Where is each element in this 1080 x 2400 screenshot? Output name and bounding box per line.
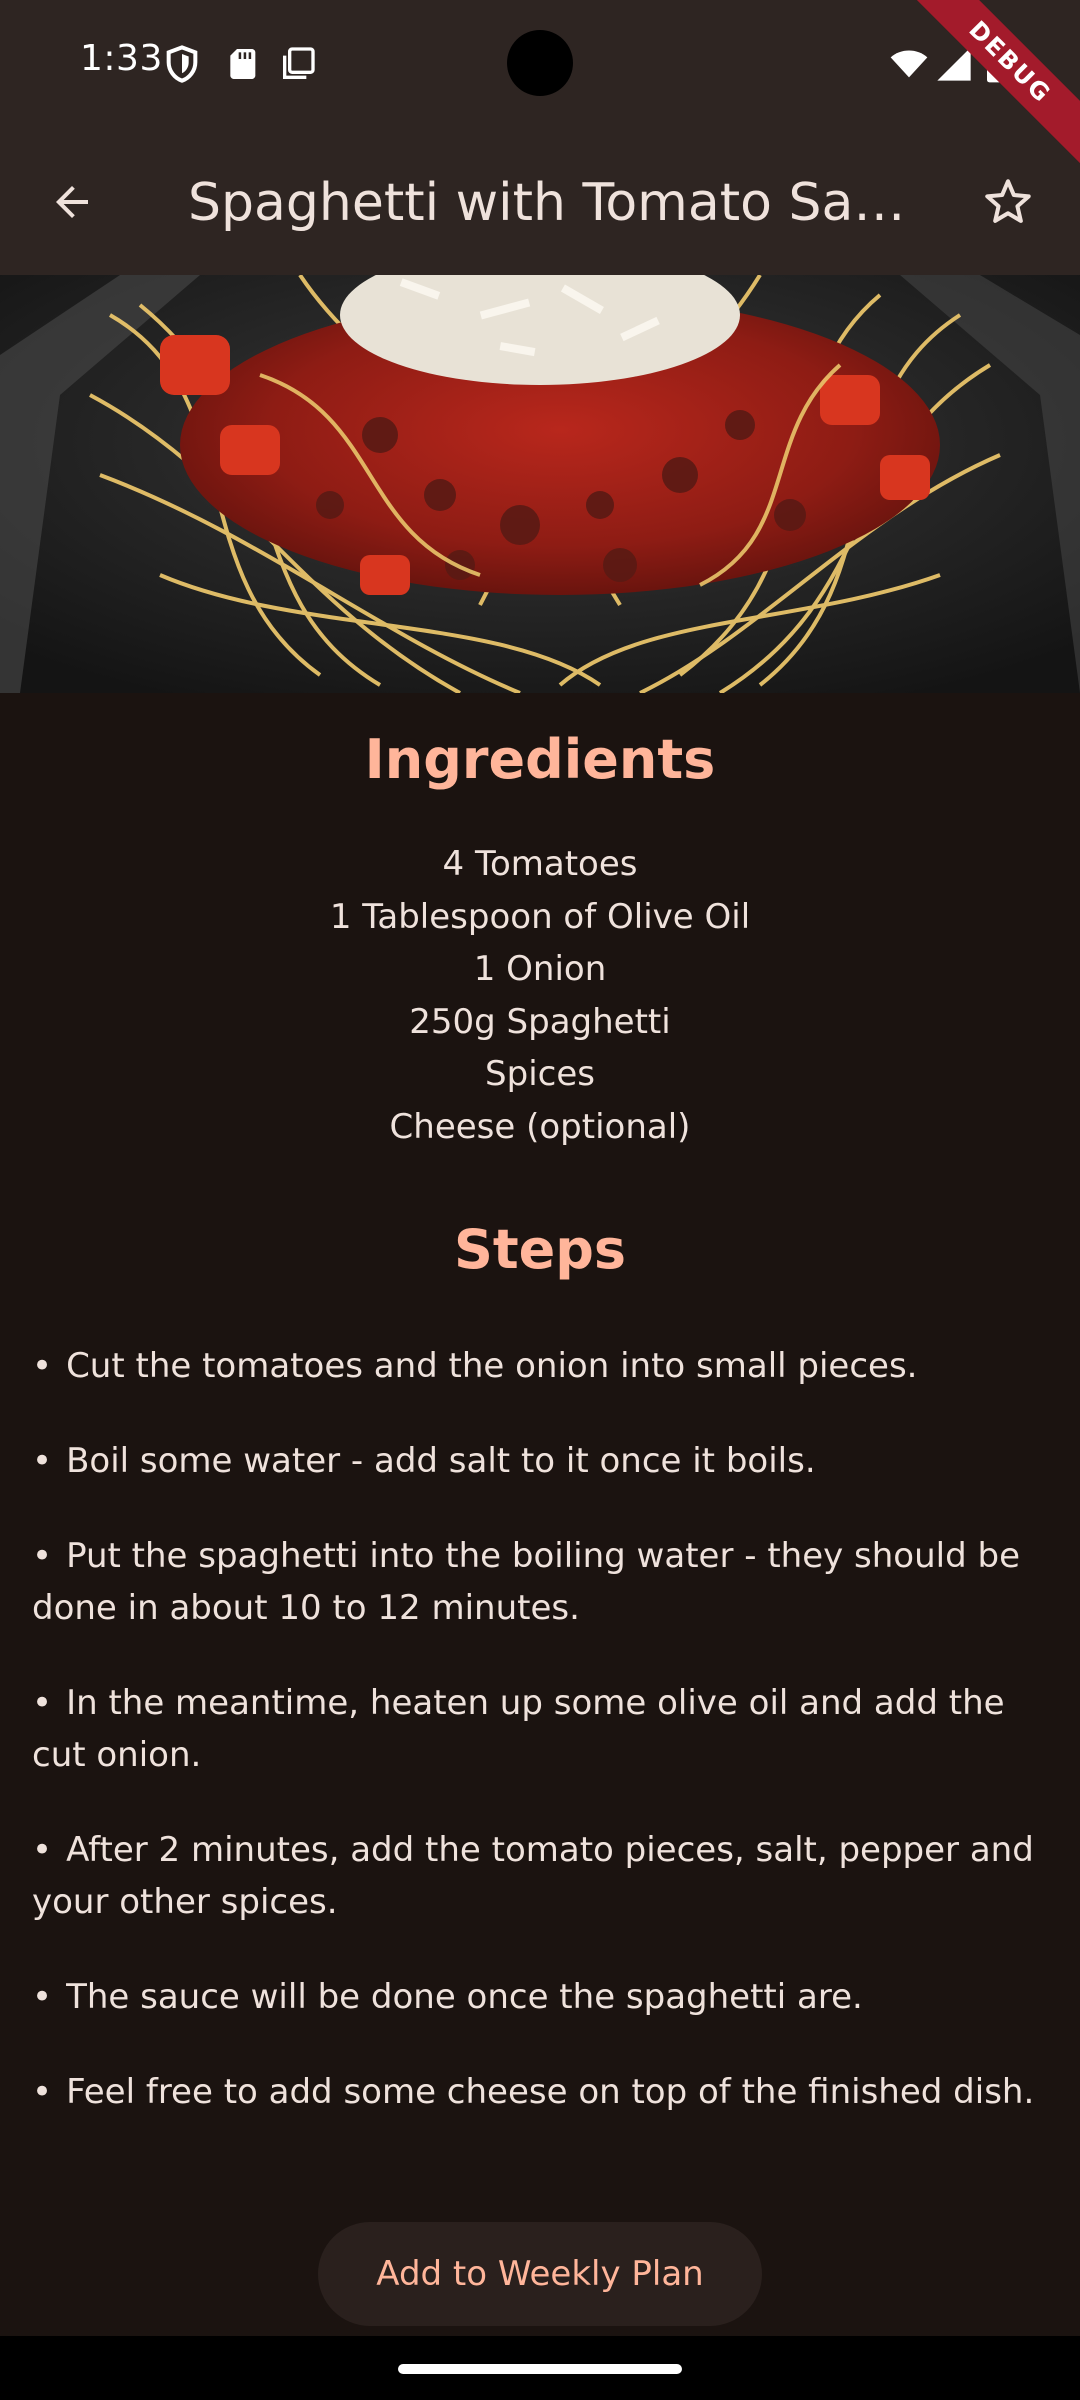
ingredient-item: Cheese (optional)	[389, 1106, 691, 1147]
step-text: Cut the tomatoes and the onion into smal…	[66, 1346, 918, 1386]
step-text: In the meantime, heaten up some olive oi…	[32, 1683, 1005, 1775]
screenshot-icon	[278, 44, 318, 84]
step-text: Feel free to add some cheese on top of t…	[66, 2072, 1035, 2112]
step-item: • Feel free to add some cheese on top of …	[32, 2066, 1042, 2118]
star-outline-icon	[985, 179, 1031, 223]
sd-card-icon	[222, 44, 262, 84]
step-text: Put the spaghetti into the boiling water…	[32, 1536, 1020, 1628]
bullet: •	[32, 1536, 53, 1576]
step-text: Boil some water - add salt to it once it…	[66, 1441, 816, 1481]
ingredients-heading: Ingredients	[364, 728, 716, 791]
step-text: After 2 minutes, add the tomato pieces, …	[32, 1830, 1034, 1922]
step-item: • After 2 minutes, add the tomato pieces,…	[32, 1824, 1042, 1928]
step-item: • The sauce will be done once the spaghet…	[32, 1971, 1042, 2023]
steps-list: • Cut the tomatoes and the onion into sma…	[32, 1340, 1042, 2161]
arrow-back-icon	[56, 186, 88, 218]
ingredient-item: 1 Tablespoon of Olive Oil	[329, 896, 751, 937]
step-item: • Put the spaghetti into the boiling wate…	[32, 1530, 1042, 1634]
home-indicator[interactable]	[398, 2364, 682, 2374]
ingredient-item: Spices	[485, 1054, 595, 1094]
step-item: • Cut the tomatoes and the onion into sma…	[32, 1340, 1042, 1392]
bullet: •	[32, 1683, 53, 1723]
status-time: 1:33	[80, 38, 163, 79]
bullet: •	[32, 1346, 53, 1386]
step-item: • In the meantime, heaten up some olive o…	[32, 1677, 1042, 1781]
favorite-button[interactable]	[972, 166, 1044, 238]
app-bar: Spaghetti with Tomato Sauce	[0, 128, 1080, 275]
back-button[interactable]	[36, 166, 108, 238]
recipe-image	[0, 275, 1080, 693]
status-bar: 1:33	[0, 0, 1080, 128]
screen: 1:33 DEBUG Spaghetti with Tomato Sauce I…	[0, 0, 1080, 2400]
page-title: Spaghetti with Tomato Sauce	[188, 173, 908, 233]
steps-heading: Steps	[453, 1218, 627, 1281]
bullet: •	[32, 2072, 53, 2112]
camera-cutout	[507, 30, 573, 96]
shield-icon	[162, 44, 202, 84]
wifi-icon	[888, 44, 928, 84]
add-to-weekly-plan-button[interactable]: Add to Weekly Plan	[318, 2222, 762, 2326]
bullet: •	[32, 1977, 53, 2017]
bullet: •	[32, 1830, 53, 1870]
ingredient-item: 250g Spaghetti	[409, 1001, 671, 1042]
ingredients-list: 4 Tomatoes 1 Tablespoon of Olive Oil 1 O…	[0, 838, 1080, 1153]
step-text: The sauce will be done once the spaghett…	[66, 1977, 863, 2017]
ingredient-item: 4 Tomatoes	[442, 844, 638, 884]
ingredient-item: 1 Onion	[473, 949, 607, 989]
step-item: • Boil some water - add salt to it once i…	[32, 1435, 1042, 1487]
bullet: •	[32, 1441, 53, 1481]
